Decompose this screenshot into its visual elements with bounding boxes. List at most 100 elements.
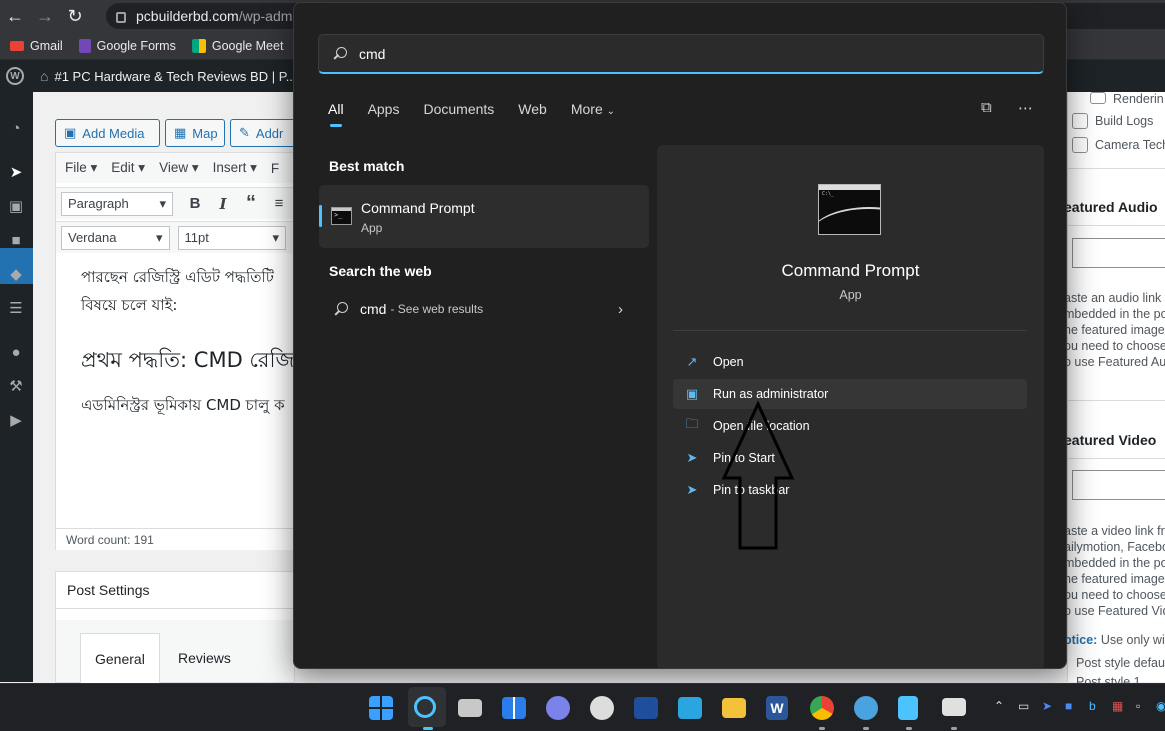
post-settings-title: Post Settings [67, 582, 150, 598]
back-icon[interactable]: ← [0, 1, 30, 31]
tab-more[interactable]: More ⌄ [571, 101, 615, 117]
result-detail-pane: C:\_ Command Prompt App ↗ Open ▣ Run as ad… [657, 145, 1044, 668]
help-text: mbedded in the po [1064, 307, 1165, 321]
snipping-tool-icon[interactable] [942, 698, 966, 716]
tab-reviews[interactable]: Reviews [164, 633, 245, 683]
category-checkbox[interactable] [1072, 137, 1088, 153]
help-text: o use Featured Vide [1064, 604, 1165, 618]
word-icon[interactable]: W [766, 696, 788, 720]
action-open[interactable]: ↗ Open [673, 347, 1027, 377]
add-media-button[interactable]: ▣ Add Media [55, 119, 160, 147]
comments-icon[interactable]: ■ [6, 230, 26, 250]
notepad-icon[interactable] [898, 696, 918, 720]
tray-chevron-up-icon[interactable]: ⌃ [994, 699, 1004, 713]
format-select[interactable]: Paragraph ▾ [61, 191, 173, 216]
site-title[interactable]: #1 PC Hardware & Tech Reviews BD | P... [54, 69, 296, 84]
font-family-select[interactable]: Verdana ▾ [61, 225, 170, 250]
running-indicator [819, 727, 825, 730]
reload-icon[interactable]: ↻ [60, 1, 90, 31]
media-icon[interactable]: ▣ [6, 196, 26, 216]
search-input[interactable]: cmd [318, 34, 1044, 74]
tab-all[interactable]: All [328, 101, 344, 127]
widgets-icon[interactable] [502, 697, 526, 719]
menu-view[interactable]: View ▾ [159, 160, 199, 176]
menu-file[interactable]: File ▾ [65, 160, 97, 176]
windows-start-icon[interactable] [369, 696, 393, 720]
help-text: ou need to choose [1064, 339, 1165, 353]
tray-app3-icon[interactable]: ▫ [1136, 699, 1140, 713]
italic-icon[interactable]: I [209, 195, 237, 213]
post-style-option[interactable]: Post style 1 [1076, 675, 1141, 683]
share-device-icon[interactable]: ⧉ [981, 99, 992, 116]
featured-video-heading: eatured Video [1064, 432, 1157, 448]
pages-icon[interactable]: ☰ [6, 298, 26, 318]
select-value: Verdana [68, 230, 117, 245]
content-line[interactable]: এডমিনিস্ট্রর ভূমিকায় CMD চালু ক [81, 394, 285, 419]
post-style-option[interactable]: Post style default [1076, 656, 1165, 670]
detail-type: App [839, 288, 862, 302]
pin-icon: ➤ [686, 482, 698, 497]
featured-video-input[interactable] [1072, 470, 1165, 500]
app-icon-circle[interactable] [590, 696, 614, 720]
task-view-icon[interactable] [458, 699, 482, 717]
home-icon[interactable]: ⌂ [40, 68, 48, 84]
file-explorer-icon[interactable] [722, 698, 746, 718]
action-label: Open [713, 355, 744, 369]
tray-wifi-icon[interactable]: ◉ [1156, 699, 1165, 713]
more-options-icon[interactable]: ⋯ [1018, 99, 1034, 117]
url-host: pcbuilderbd.com [136, 8, 239, 24]
chevron-right-icon[interactable]: › [618, 301, 623, 318]
add-form-button[interactable]: ✎ Addr [230, 119, 300, 147]
menu-format[interactable]: F [271, 161, 279, 176]
tray-teams-icon[interactable]: ■ [1065, 699, 1072, 713]
blockquote-icon[interactable]: “ [237, 192, 265, 215]
map-button[interactable]: ▦ Map [165, 119, 225, 147]
forward-icon[interactable]: → [30, 1, 60, 31]
content-line[interactable]: বিষয়ে চলে যাই: [81, 294, 177, 319]
tab-general[interactable]: General [80, 633, 160, 683]
users-icon[interactable]: ● [6, 342, 26, 362]
font-size-select[interactable]: 11pt ▾ [177, 225, 286, 250]
photos-icon[interactable] [634, 697, 658, 719]
bookmark-google-forms[interactable]: Google Forms [78, 38, 176, 53]
play-icon[interactable]: ▶ [6, 410, 26, 430]
editor-menubar: File ▾ Edit ▾ View ▾ Insert ▾ F [56, 153, 294, 183]
teams-chat-icon[interactable] [546, 696, 570, 720]
detail-title: Command Prompt [781, 261, 920, 280]
paint-icon[interactable] [854, 696, 878, 720]
tab-web[interactable]: Web [518, 101, 547, 117]
control-panel-icon[interactable] [678, 697, 702, 719]
tab-documents[interactable]: Documents [423, 101, 494, 117]
wordpress-logo-icon[interactable]: W [0, 61, 30, 91]
tab-apps[interactable]: Apps [368, 101, 400, 117]
content-heading[interactable]: প্রথম পদ্ধতি: CMD রেজি [81, 344, 294, 379]
chrome-icon[interactable] [810, 696, 834, 720]
divider [1067, 168, 1165, 169]
dashboard-icon[interactable]: ◔ [6, 118, 26, 138]
tray-app2-icon[interactable]: ▦ [1112, 699, 1123, 713]
category-checkbox[interactable] [1072, 113, 1088, 129]
tray-bing-icon[interactable]: b [1089, 699, 1096, 713]
notice-text: otice: Use only wit [1064, 633, 1165, 647]
tray-app-icon[interactable]: ➤ [1042, 699, 1052, 713]
url-path: /wp-adm [238, 8, 293, 24]
tray-device-icon[interactable]: ▭ [1018, 699, 1029, 713]
search-icon[interactable] [414, 696, 436, 718]
bookmark-gmail[interactable]: Gmail [10, 39, 63, 53]
plugins-icon[interactable]: ◆ [6, 264, 26, 284]
tools-wrench-icon[interactable]: ⚒ [6, 376, 26, 396]
best-match-result[interactable]: Command Prompt App [319, 185, 649, 248]
category-checkbox[interactable] [1090, 92, 1106, 104]
featured-audio-input[interactable] [1072, 238, 1165, 268]
bookmark-google-meet[interactable]: Google Meet [191, 38, 283, 53]
web-search-result[interactable]: cmd - See web results [334, 301, 483, 317]
bold-icon[interactable]: B [181, 195, 209, 212]
posts-pin-icon[interactable]: ➤ [6, 162, 26, 182]
menu-edit[interactable]: Edit ▾ [111, 160, 145, 176]
pin-icon: ➤ [686, 450, 698, 465]
list-icon[interactable]: ≡ [265, 195, 293, 212]
map-icon: ▦ [174, 125, 187, 140]
menu-insert[interactable]: Insert ▾ [213, 160, 257, 176]
content-line[interactable]: পারছেন রেজিস্ট্রি এডিট পদ্ধতিটি [81, 266, 274, 291]
category-label: Camera Tech [1095, 138, 1165, 152]
